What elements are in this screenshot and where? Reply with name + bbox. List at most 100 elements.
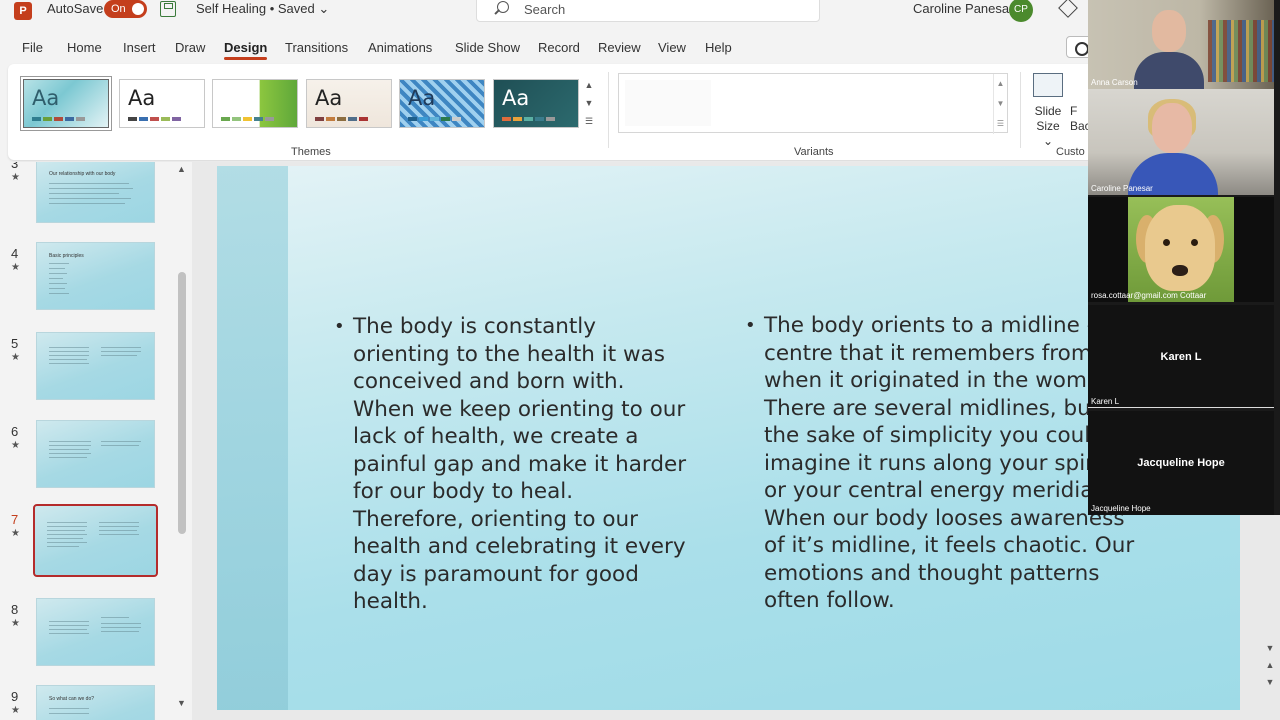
participant-tile[interactable]: Anna Carson xyxy=(1088,0,1274,89)
premium-diamond-icon[interactable] xyxy=(1058,0,1078,18)
theme-option[interactable]: Aa xyxy=(493,79,579,128)
thumbnail-title: Basic principles xyxy=(49,253,84,259)
slide-thumbnail[interactable]: Basic principles xyxy=(36,242,155,310)
theme-option[interactable]: Aa xyxy=(23,79,109,128)
thumbnail-text-line xyxy=(101,441,141,442)
tab-animations[interactable]: Animations xyxy=(368,40,432,55)
theme-option[interactable]: Aa xyxy=(119,79,205,128)
tab-review[interactable]: Review xyxy=(598,40,641,55)
thumbnail-text-line xyxy=(47,534,87,535)
slide-thumbnail[interactable] xyxy=(36,420,155,488)
variant-thumbnail[interactable] xyxy=(625,80,711,126)
theme-color-swatches xyxy=(408,117,461,121)
variants-up-icon[interactable]: ▲ xyxy=(994,74,1007,94)
variants-group-label: Variants xyxy=(794,146,834,158)
slide-number: 9 xyxy=(11,689,19,704)
thumbnail-text-line xyxy=(49,449,89,450)
thumbnail-text-line xyxy=(49,441,91,442)
slide-size-button[interactable]: Slide Size ⌄ xyxy=(1031,104,1065,149)
thumbnail-title: Our relationship with our body xyxy=(49,171,116,177)
scroll-down-icon[interactable]: ▼ xyxy=(177,698,186,708)
slide-thumbnail[interactable]: So what can we do? xyxy=(36,685,155,720)
bullet-icon: • xyxy=(334,316,345,337)
tab-draw[interactable]: Draw xyxy=(175,40,205,55)
search-placeholder: Search xyxy=(524,2,566,17)
gallery-up-icon[interactable]: ▲ xyxy=(582,76,596,94)
document-title[interactable]: Self Healing • Saved ⌄ xyxy=(196,1,329,17)
tab-insert[interactable]: Insert xyxy=(123,40,156,55)
current-slide[interactable]: • The body is constantly orienting to the… xyxy=(217,166,1240,710)
participant-tile[interactable]: Jacqueline Hope Jacqueline Hope xyxy=(1088,411,1274,515)
scroll-up-icon[interactable]: ▲ xyxy=(177,164,186,174)
slide-text-line: day is paramount for good xyxy=(353,561,639,587)
previous-slide-icon[interactable]: ▲ xyxy=(1263,660,1277,670)
variants-down-icon[interactable]: ▼ xyxy=(994,94,1007,114)
slide-left-textbox[interactable]: • The body is constantly orienting to the… xyxy=(334,313,686,616)
gallery-down-icon[interactable]: ▼ xyxy=(582,94,596,112)
thumbnail-text-line xyxy=(49,708,89,709)
user-name[interactable]: Caroline Panesar xyxy=(913,1,1013,16)
next-slide-icon[interactable]: ▼ xyxy=(1263,677,1277,687)
participant-name: Jacqueline Hope xyxy=(1091,504,1151,513)
thumbnail-text-line xyxy=(49,188,133,189)
thumbnail-text-line xyxy=(99,530,137,531)
thumbnail-text-line xyxy=(49,278,63,279)
slide-size-icon[interactable] xyxy=(1033,73,1063,97)
slide-thumbnail[interactable] xyxy=(36,332,155,400)
tab-design[interactable]: Design xyxy=(224,40,268,60)
tab-record[interactable]: Record xyxy=(538,40,580,55)
autosave-toggle[interactable]: On xyxy=(104,0,147,18)
tab-view[interactable]: View xyxy=(658,40,686,55)
slide-text-line: lack of health, we create a xyxy=(353,424,639,449)
gallery-more-icon[interactable]: ☰ xyxy=(582,112,596,130)
save-icon[interactable] xyxy=(160,1,176,17)
scrollbar-thumb[interactable] xyxy=(178,272,186,534)
variants-more-icon[interactable]: ☰ xyxy=(994,114,1007,134)
tab-transitions[interactable]: Transitions xyxy=(285,40,348,55)
variants-gallery[interactable]: ▲ ▼ ☰ xyxy=(618,73,1008,134)
theme-preview-text: Aa xyxy=(128,86,156,110)
themes-gallery-scroll[interactable]: ▲ ▼ ☰ xyxy=(582,76,596,132)
slide-thumbnail[interactable] xyxy=(33,504,158,577)
participant-tile[interactable]: Karen L Karen L xyxy=(1088,305,1274,408)
theme-option[interactable]: Aa xyxy=(306,79,392,128)
thumbnail-text-line xyxy=(49,288,65,289)
theme-option[interactable]: Aa xyxy=(212,79,298,128)
slide-right-textbox[interactable]: • The body orients to a midline – centre … xyxy=(745,312,1136,615)
thumbnail-text-line xyxy=(47,530,85,531)
participant-tile[interactable]: Caroline Panesar xyxy=(1088,89,1274,195)
autosave-state: On xyxy=(111,3,126,15)
slide-text-line: centre that it remembers from xyxy=(764,340,1092,366)
slide-text-line: health and celebrating it every xyxy=(353,534,686,559)
avatar[interactable]: CP xyxy=(1009,0,1033,22)
speaker-indicator xyxy=(1088,407,1274,408)
slide-text-line: health. xyxy=(353,589,428,614)
slide-text-line: imagine it runs along your spine xyxy=(764,450,1113,476)
bookshelf-background xyxy=(1208,20,1274,82)
thumbnail-text-line xyxy=(49,359,87,360)
thumbnail-text-line xyxy=(49,713,89,714)
thumbnail-text-line xyxy=(49,625,89,626)
slide-scroll-up-icon[interactable]: ▼ xyxy=(1263,643,1277,653)
thumbnails-scrollbar[interactable]: ▲ ▼ xyxy=(176,162,190,718)
slide-thumbnail[interactable] xyxy=(36,598,155,666)
tab-help[interactable]: Help xyxy=(705,40,732,55)
theme-preview-text: Aa xyxy=(32,86,60,110)
thumbnail-text-line xyxy=(49,273,67,274)
participant-tile[interactable]: rosa.cottaar@gmail.com Cottaar xyxy=(1088,197,1274,302)
slide-thumbnail[interactable]: Our relationship with our body xyxy=(36,162,155,223)
tab-slide-show[interactable]: Slide Show xyxy=(455,40,520,55)
animation-star-icon: ★ xyxy=(11,262,20,273)
ribbon-tabs: File Home Insert Draw Design Transitions Anima… xyxy=(0,36,1090,60)
slide-accent-band xyxy=(217,166,288,710)
tab-file[interactable]: File xyxy=(22,40,43,55)
slide-text-line: There are several midlines, but for xyxy=(764,395,1136,421)
tab-home[interactable]: Home xyxy=(67,40,102,55)
variants-gallery-scroll[interactable]: ▲ ▼ ☰ xyxy=(993,74,1007,134)
theme-preview-text: Aa xyxy=(315,86,343,110)
slide-text-line: often follow. xyxy=(764,588,895,613)
thumbnail-text-line xyxy=(101,355,137,356)
animation-star-icon: ★ xyxy=(11,705,20,716)
theme-option[interactable]: Aa xyxy=(399,79,485,128)
search-input[interactable]: Search xyxy=(476,0,820,22)
